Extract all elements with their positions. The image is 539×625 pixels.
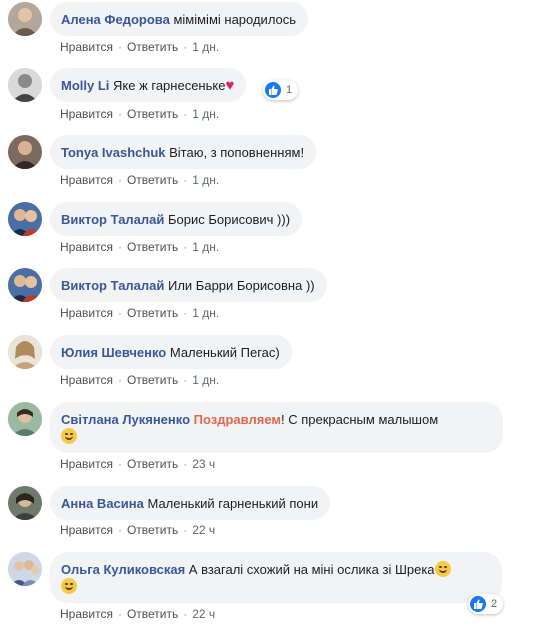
like-link[interactable]: Нравится (60, 306, 113, 320)
reply-link[interactable]: Ответить (127, 457, 178, 471)
highlighted-text: Поздравляем (193, 412, 281, 427)
like-link[interactable]: Нравится (60, 523, 113, 537)
comment-text: Яке ж гарнесеньке (109, 78, 226, 93)
reactions-badge[interactable]: 1 (263, 80, 299, 100)
comment-bubble: Світлана Лукяненко Поздравляем! С прекра… (50, 402, 503, 453)
grin-sweat-emoji-icon (61, 578, 77, 594)
comment-time[interactable]: 1 дн. (192, 240, 219, 254)
avatar[interactable] (8, 202, 42, 236)
reply-link[interactable]: Ответить (127, 40, 178, 54)
like-link[interactable]: Нравится (60, 173, 113, 187)
comment-bubble: Tonya Ivashchuk Вітаю, з поповненням! (50, 135, 317, 169)
comment-bubble: Алена Федорова мімімімі народилось (50, 2, 309, 36)
comment-bubble: Виктор Талалай Борис Борисович ))) (50, 202, 303, 236)
reaction-count: 2 (491, 598, 498, 610)
comment-text: мімімімі народилось (169, 12, 297, 27)
reply-link[interactable]: Ответить (127, 173, 178, 187)
like-reaction-icon (265, 82, 281, 98)
avatar[interactable] (8, 2, 42, 36)
like-link[interactable]: Нравится (60, 40, 113, 54)
like-link[interactable]: Нравится (60, 373, 113, 387)
comment-actions: Нравится · Ответить · 22 ч (60, 607, 216, 621)
avatar[interactable] (8, 68, 42, 102)
comment-actions: Нравится · Ответить · 22 ч (60, 523, 216, 537)
comment-bubble: Анна Васина Маленький гарненький пони (50, 486, 331, 520)
comment-text: Вітаю, з поповненням! (165, 145, 305, 160)
reactions-badge[interactable]: 2 (468, 594, 504, 614)
reply-link[interactable]: Ответить (127, 607, 178, 621)
smile-emoji-icon (61, 428, 77, 444)
comment-author[interactable]: Виктор Талалай (61, 212, 164, 227)
heart-emoji-icon: ♥ (225, 77, 235, 94)
comment-text: Или Барри Борисовна )) (164, 278, 315, 293)
comment-author[interactable]: Юлия Шевченко (61, 345, 166, 360)
comment-time[interactable]: 23 ч (192, 457, 215, 471)
comment-time[interactable]: 1 дн. (192, 107, 219, 121)
avatar[interactable] (8, 135, 42, 169)
comment-text: Маленький Пегас) (166, 345, 280, 360)
comment-author[interactable]: Tonya Ivashchuk (61, 145, 166, 160)
reply-link[interactable]: Ответить (127, 240, 178, 254)
like-reaction-icon (470, 596, 486, 612)
comment-actions: Нравится · Ответить · 23 ч (60, 457, 216, 471)
avatar[interactable] (8, 486, 42, 520)
comment-author[interactable]: Анна Васина (61, 496, 144, 511)
comment-actions: Нравится · Ответить · 1 дн. (60, 173, 220, 187)
comment-actions: Нравится · Ответить · 1 дн. (60, 373, 220, 387)
comment-actions: Нравится · Ответить · 1 дн. (60, 240, 220, 254)
avatar[interactable] (8, 552, 42, 586)
comment-author[interactable]: Molly Li (61, 78, 109, 93)
avatar[interactable] (8, 335, 42, 369)
reply-link[interactable]: Ответить (127, 523, 178, 537)
comment-text: ! С прекрасным малышом (281, 412, 439, 427)
comment-bubble: Ольга Куликовская А взагалі схожий на мі… (50, 552, 502, 603)
comment-time[interactable]: 1 дн. (192, 40, 219, 54)
like-link[interactable]: Нравится (60, 107, 113, 121)
comment-text: А взагалі схожий на міні ослика зі Шрека (185, 562, 435, 577)
comment-bubble: Виктор Талалай Или Барри Борисовна )) (50, 268, 327, 302)
grin-sweat-emoji-icon (434, 561, 451, 577)
comment-text: Борис Борисович ))) (164, 212, 291, 227)
comment-author[interactable]: Ольга Куликовская (61, 562, 185, 577)
reply-link[interactable]: Ответить (127, 373, 178, 387)
comment-bubble: Юлия Шевченко Маленький Пегас) (50, 335, 292, 369)
comment-actions: Нравится · Ответить · 1 дн. (60, 306, 220, 320)
comment-author[interactable]: Світлана Лукяненко (61, 412, 190, 427)
like-link[interactable]: Нравится (60, 240, 113, 254)
comment-time[interactable]: 1 дн. (192, 306, 219, 320)
comment-time[interactable]: 1 дн. (192, 373, 219, 387)
avatar[interactable] (8, 402, 42, 436)
like-link[interactable]: Нравится (60, 607, 113, 621)
comment-author[interactable]: Виктор Талалай (61, 278, 164, 293)
reaction-count: 1 (286, 84, 293, 96)
like-link[interactable]: Нравится (60, 457, 113, 471)
reply-link[interactable]: Ответить (127, 306, 178, 320)
comment-actions: Нравится · Ответить · 1 дн. (60, 107, 220, 121)
avatar[interactable] (8, 268, 42, 302)
comment-time[interactable]: 22 ч (192, 523, 215, 537)
reply-link[interactable]: Ответить (127, 107, 178, 121)
comment-actions: Нравится · Ответить · 1 дн. (60, 40, 220, 54)
comment-time[interactable]: 1 дн. (192, 173, 219, 187)
comment-bubble: Molly Li Яке ж гарнесеньке♥ (50, 68, 247, 102)
comment-text: Маленький гарненький пони (143, 496, 319, 511)
comment-author[interactable]: Алена Федорова (61, 12, 170, 27)
comment-time[interactable]: 22 ч (192, 607, 215, 621)
